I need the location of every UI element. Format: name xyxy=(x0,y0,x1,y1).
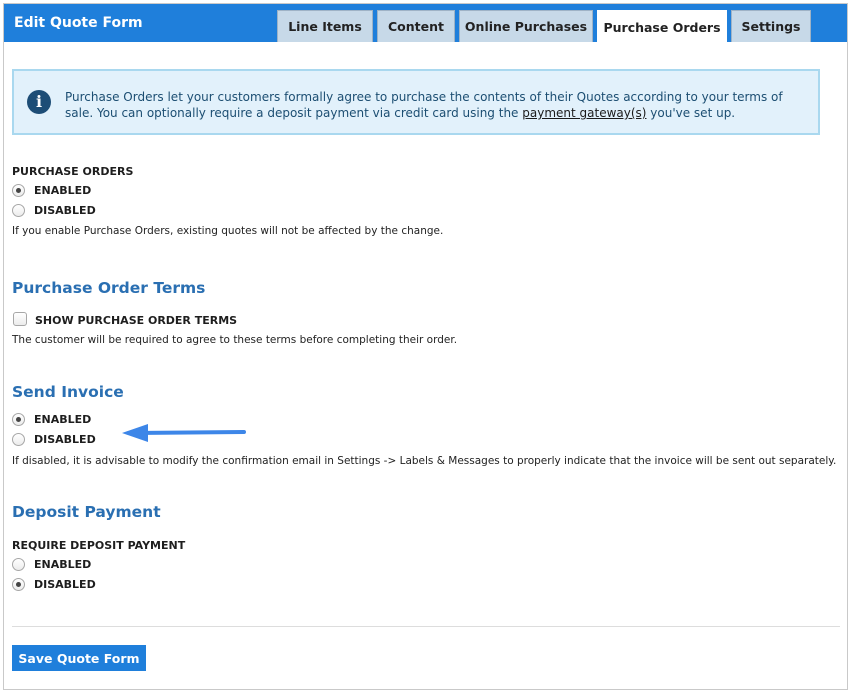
send-invoice-help: If disabled, it is advisable to modify t… xyxy=(12,455,837,467)
tab-label: Purchase Orders xyxy=(603,19,721,35)
tab-bar: Line Items Content Online Purchases Purc… xyxy=(277,10,811,43)
tab-label: Online Purchases xyxy=(464,19,588,34)
send-invoice-enabled-radio[interactable] xyxy=(12,412,25,426)
send-invoice-title: Send Invoice xyxy=(12,383,124,401)
show-terms-label[interactable]: SHOW PURCHASE ORDER TERMS xyxy=(35,314,237,327)
terms-help: The customer will be required to agree t… xyxy=(12,334,458,346)
tab-line-items[interactable]: Line Items xyxy=(277,10,373,42)
deposit-disabled-option[interactable]: DISABLED xyxy=(12,576,96,592)
deposit-enabled-option[interactable]: ENABLED xyxy=(12,556,91,572)
show-terms-checkbox[interactable] xyxy=(13,312,27,326)
info-text-part2: you've set up. xyxy=(646,106,736,120)
send-invoice-disabled-option[interactable]: DISABLED xyxy=(12,431,96,447)
info-banner: i Purchase Orders let your customers for… xyxy=(12,69,820,135)
save-quote-form-button[interactable]: Save Quote Form xyxy=(12,645,146,671)
send-invoice-disabled-radio[interactable] xyxy=(12,432,25,446)
radio-label: DISABLED xyxy=(34,432,96,446)
panel-header: Edit Quote Form Line Items Content Onlin… xyxy=(4,4,847,43)
purchase-orders-disabled-option[interactable]: DISABLED xyxy=(12,202,96,218)
tab-purchase-orders[interactable]: Purchase Orders xyxy=(597,10,727,43)
radio-label: ENABLED xyxy=(34,557,92,571)
radio-label: ENABLED xyxy=(34,183,92,197)
panel-title: Edit Quote Form xyxy=(14,15,143,31)
tab-label: Content xyxy=(388,19,444,34)
purchase-order-terms-title: Purchase Order Terms xyxy=(12,279,206,297)
deposit-payment-title: Deposit Payment xyxy=(12,503,161,521)
arrow-annotation-icon xyxy=(122,424,246,442)
info-icon: i xyxy=(27,90,51,114)
tab-label: Settings xyxy=(741,19,801,34)
purchase-orders-help: If you enable Purchase Orders, existing … xyxy=(12,225,444,237)
tab-label: Line Items xyxy=(288,19,362,34)
tab-content[interactable]: Content xyxy=(377,10,455,42)
radio-label: ENABLED xyxy=(34,412,92,426)
purchase-orders-enabled-radio[interactable] xyxy=(12,183,25,197)
deposit-enabled-radio[interactable] xyxy=(12,557,25,571)
info-text: Purchase Orders let your customers forma… xyxy=(65,89,805,121)
purchase-orders-enabled-option[interactable]: ENABLED xyxy=(12,182,91,198)
radio-label: DISABLED xyxy=(34,203,96,217)
edit-quote-form-panel: Edit Quote Form Line Items Content Onlin… xyxy=(3,3,848,690)
require-deposit-label: REQUIRE DEPOSIT PAYMENT xyxy=(12,539,186,552)
tab-settings[interactable]: Settings xyxy=(731,10,811,42)
purchase-orders-disabled-radio[interactable] xyxy=(12,203,25,217)
divider xyxy=(12,626,840,627)
purchase-orders-label: PURCHASE ORDERS xyxy=(12,165,134,178)
deposit-disabled-radio[interactable] xyxy=(12,577,25,591)
send-invoice-enabled-option[interactable]: ENABLED xyxy=(12,411,91,427)
radio-label: DISABLED xyxy=(34,577,96,591)
payment-gateway-link[interactable]: payment gateway(s) xyxy=(522,106,646,120)
tab-online-purchases[interactable]: Online Purchases xyxy=(459,10,593,42)
